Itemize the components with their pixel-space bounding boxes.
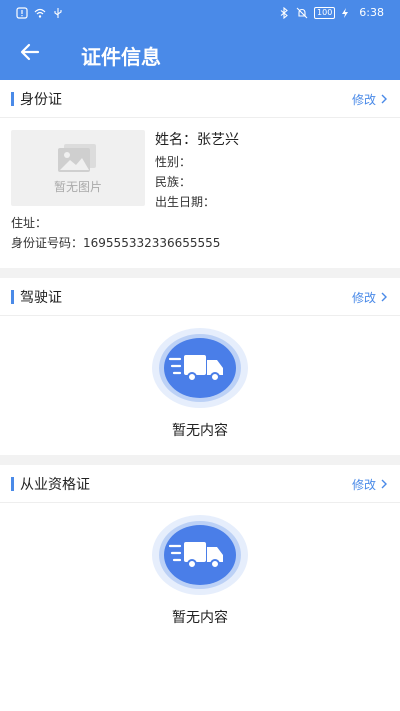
id-number-label: 身份证号码： — [11, 236, 84, 250]
id-card-header: 身份证 修改 — [0, 80, 400, 118]
driver-license-edit-button[interactable]: 修改 — [352, 289, 388, 306]
driver-license-section: 驾驶证 修改 暂无内容 — [0, 278, 400, 455]
qualification-section: 从业资格证 修改 暂无内容 — [0, 465, 400, 711]
truck-icon — [152, 328, 248, 408]
empty-state-text: 暂无内容 — [172, 423, 228, 439]
section-divider — [0, 455, 400, 465]
edit-label: 修改 — [351, 93, 376, 107]
chevron-right-icon — [380, 478, 388, 492]
id-card-section: 身份证 修改 暂无图片 姓名：张艺兴 性别： 民族： 出生日期： 住址： 身份证… — [0, 80, 400, 268]
id-number-value: 169555332336655555 — [83, 236, 221, 250]
photo-placeholder-text: 暂无图片 — [53, 180, 102, 194]
notification-icon — [16, 7, 28, 19]
section-accent-bar — [11, 290, 14, 304]
section-divider — [0, 268, 400, 278]
clock: 6:38 — [359, 6, 384, 19]
driver-license-header: 驾驶证 修改 — [0, 278, 400, 316]
id-card-edit-button[interactable]: 修改 — [352, 91, 388, 108]
id-number-row: 身份证号码：169555332336655555 — [11, 234, 220, 251]
charging-icon — [341, 7, 353, 19]
app-bar: 证件信息 — [0, 28, 400, 80]
edit-label: 修改 — [351, 291, 376, 305]
name-row: 姓名：张艺兴 — [155, 129, 239, 149]
section-accent-bar — [11, 477, 14, 491]
battery-icon: 100 — [314, 6, 336, 19]
name-value: 张艺兴 — [197, 132, 239, 148]
qualification-header: 从业资格证 修改 — [0, 465, 400, 503]
edit-label: 修改 — [351, 478, 376, 492]
section-title: 从业资格证 — [20, 477, 90, 493]
empty-state-text: 暂无内容 — [172, 610, 228, 626]
image-placeholder-icon — [56, 142, 100, 178]
birth-date-label: 出生日期： — [155, 195, 216, 209]
mute-icon — [296, 7, 308, 19]
gender-label: 性别： — [155, 155, 192, 169]
status-bar: 100 6:38 — [0, 0, 400, 28]
id-photo[interactable]: 暂无图片 — [11, 130, 145, 206]
chevron-right-icon — [380, 291, 388, 305]
section-title: 驾驶证 — [20, 290, 62, 306]
section-title: 身份证 — [20, 92, 62, 108]
wifi-icon — [34, 7, 46, 19]
truck-icon — [152, 515, 248, 595]
ethnicity-label: 民族： — [155, 175, 192, 189]
arrow-left-icon — [20, 42, 40, 66]
section-accent-bar — [11, 92, 14, 106]
back-button[interactable] — [16, 40, 44, 68]
qualification-edit-button[interactable]: 修改 — [352, 476, 388, 493]
name-label: 姓名： — [155, 132, 197, 148]
chevron-right-icon — [380, 93, 388, 107]
bluetooth-icon — [278, 6, 290, 19]
usb-icon — [52, 7, 64, 19]
address-label: 住址： — [11, 216, 48, 230]
page-title: 证件信息 — [81, 45, 161, 69]
